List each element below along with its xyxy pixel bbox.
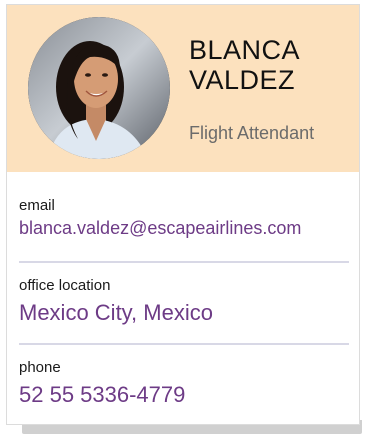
card-header: BLANCA VALDEZ Flight Attendant xyxy=(7,5,359,172)
divider xyxy=(19,343,349,345)
contact-card: BLANCA VALDEZ Flight Attendant email bla… xyxy=(6,4,360,425)
phone-label: phone xyxy=(19,359,61,376)
office-section: office location Mexico City, Mexico xyxy=(19,277,349,326)
divider xyxy=(19,261,349,263)
email-section: email blanca.valdez@escapeairlines.com xyxy=(19,197,349,239)
phone-link[interactable]: 52 55 5336-4779 xyxy=(19,382,349,408)
phone-section: phone 52 55 5336-4779 xyxy=(19,359,349,408)
email-label: email xyxy=(19,197,55,214)
office-value: Mexico City, Mexico xyxy=(19,300,213,325)
avatar xyxy=(28,17,170,159)
first-name: BLANCA xyxy=(189,35,301,65)
office-label: office location xyxy=(19,277,111,294)
profile-name: BLANCA VALDEZ xyxy=(189,35,349,95)
person-photo-icon xyxy=(28,17,170,159)
last-name: VALDEZ xyxy=(189,65,296,95)
job-title: Flight Attendant xyxy=(189,123,315,143)
email-link[interactable]: blanca.valdez@escapeairlines.com xyxy=(19,218,349,239)
